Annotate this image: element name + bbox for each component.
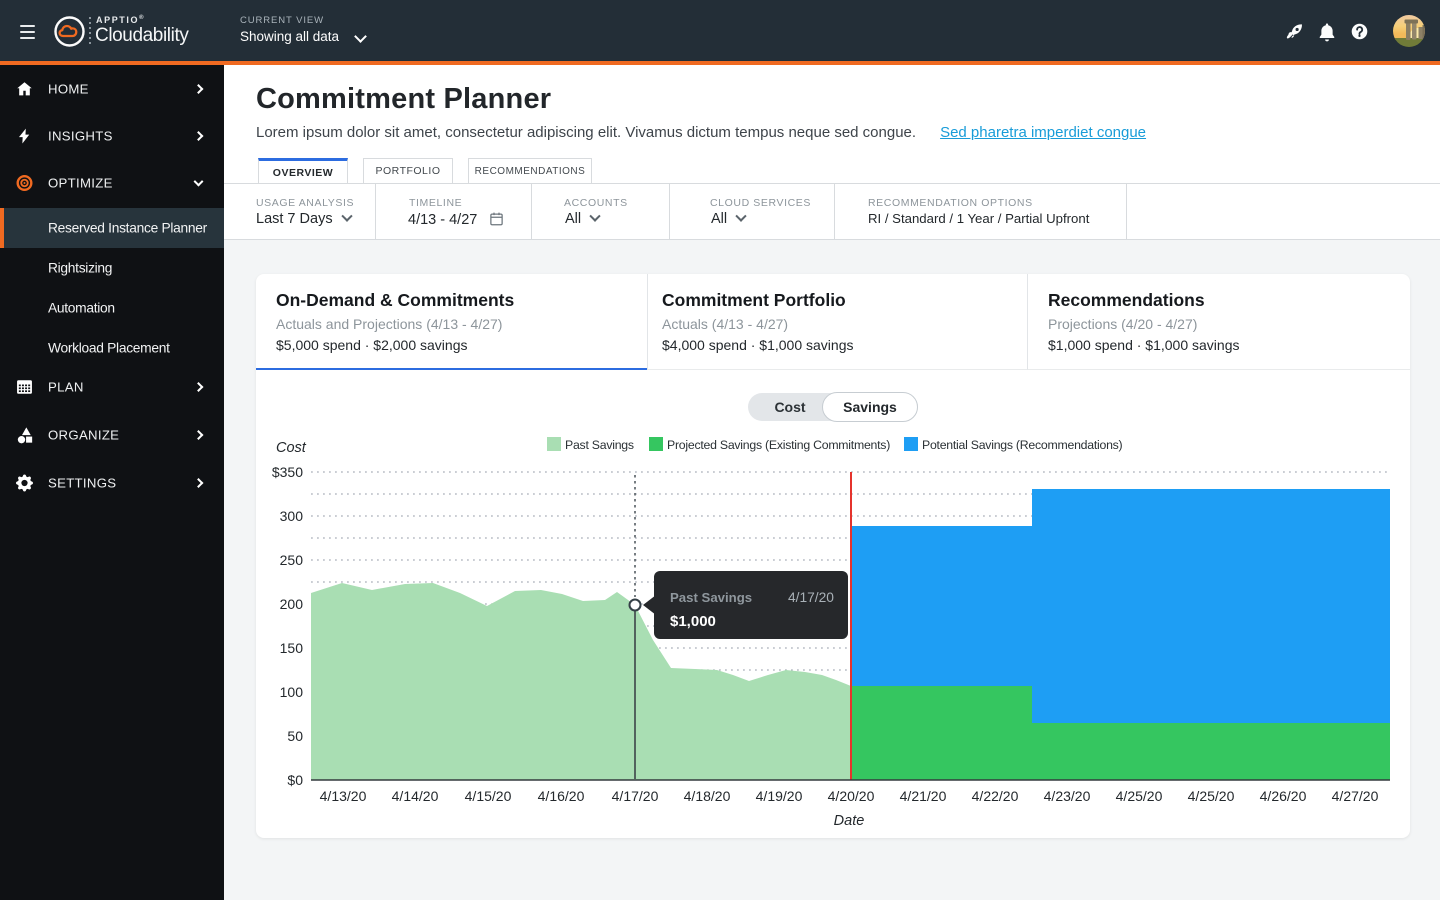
- svg-text:4/17/20: 4/17/20: [788, 590, 834, 605]
- svg-text:4/21/20: 4/21/20: [900, 788, 947, 804]
- svg-text:4/15/20: 4/15/20: [465, 788, 512, 804]
- svg-text:Date: Date: [834, 813, 865, 829]
- svg-text:Potential Savings (Recommendat: Potential Savings (Recommendations): [922, 438, 1123, 452]
- svg-text:150: 150: [280, 640, 304, 656]
- svg-text:4/16/20: 4/16/20: [538, 788, 585, 804]
- svg-text:4/20/20: 4/20/20: [828, 788, 875, 804]
- svg-text:Cost: Cost: [276, 440, 307, 456]
- svg-text:4/26/20: 4/26/20: [1260, 788, 1307, 804]
- svg-text:4/25/20: 4/25/20: [1116, 788, 1163, 804]
- svg-text:$1,000: $1,000: [670, 613, 716, 630]
- svg-text:4/19/20: 4/19/20: [756, 788, 803, 804]
- svg-text:4/14/20: 4/14/20: [392, 788, 439, 804]
- svg-text:Past Savings: Past Savings: [670, 590, 752, 605]
- svg-text:4/22/20: 4/22/20: [972, 788, 1019, 804]
- svg-text:4/13/20: 4/13/20: [320, 788, 367, 804]
- svg-text:250: 250: [280, 552, 304, 568]
- svg-text:4/27/20: 4/27/20: [1332, 788, 1379, 804]
- svg-text:4/25/20: 4/25/20: [1188, 788, 1235, 804]
- svg-text:50: 50: [287, 728, 303, 744]
- svg-text:4/23/20: 4/23/20: [1044, 788, 1091, 804]
- svg-text:Past Savings: Past Savings: [565, 438, 634, 452]
- svg-text:Projected Savings (Existing Co: Projected Savings (Existing Commitments): [667, 438, 890, 452]
- svg-text:$0: $0: [287, 772, 303, 788]
- svg-text:$350: $350: [272, 464, 303, 480]
- svg-text:4/17/20: 4/17/20: [612, 788, 659, 804]
- svg-text:4/18/20: 4/18/20: [684, 788, 731, 804]
- svg-text:200: 200: [280, 596, 304, 612]
- svg-text:100: 100: [280, 684, 304, 700]
- svg-text:300: 300: [280, 508, 304, 524]
